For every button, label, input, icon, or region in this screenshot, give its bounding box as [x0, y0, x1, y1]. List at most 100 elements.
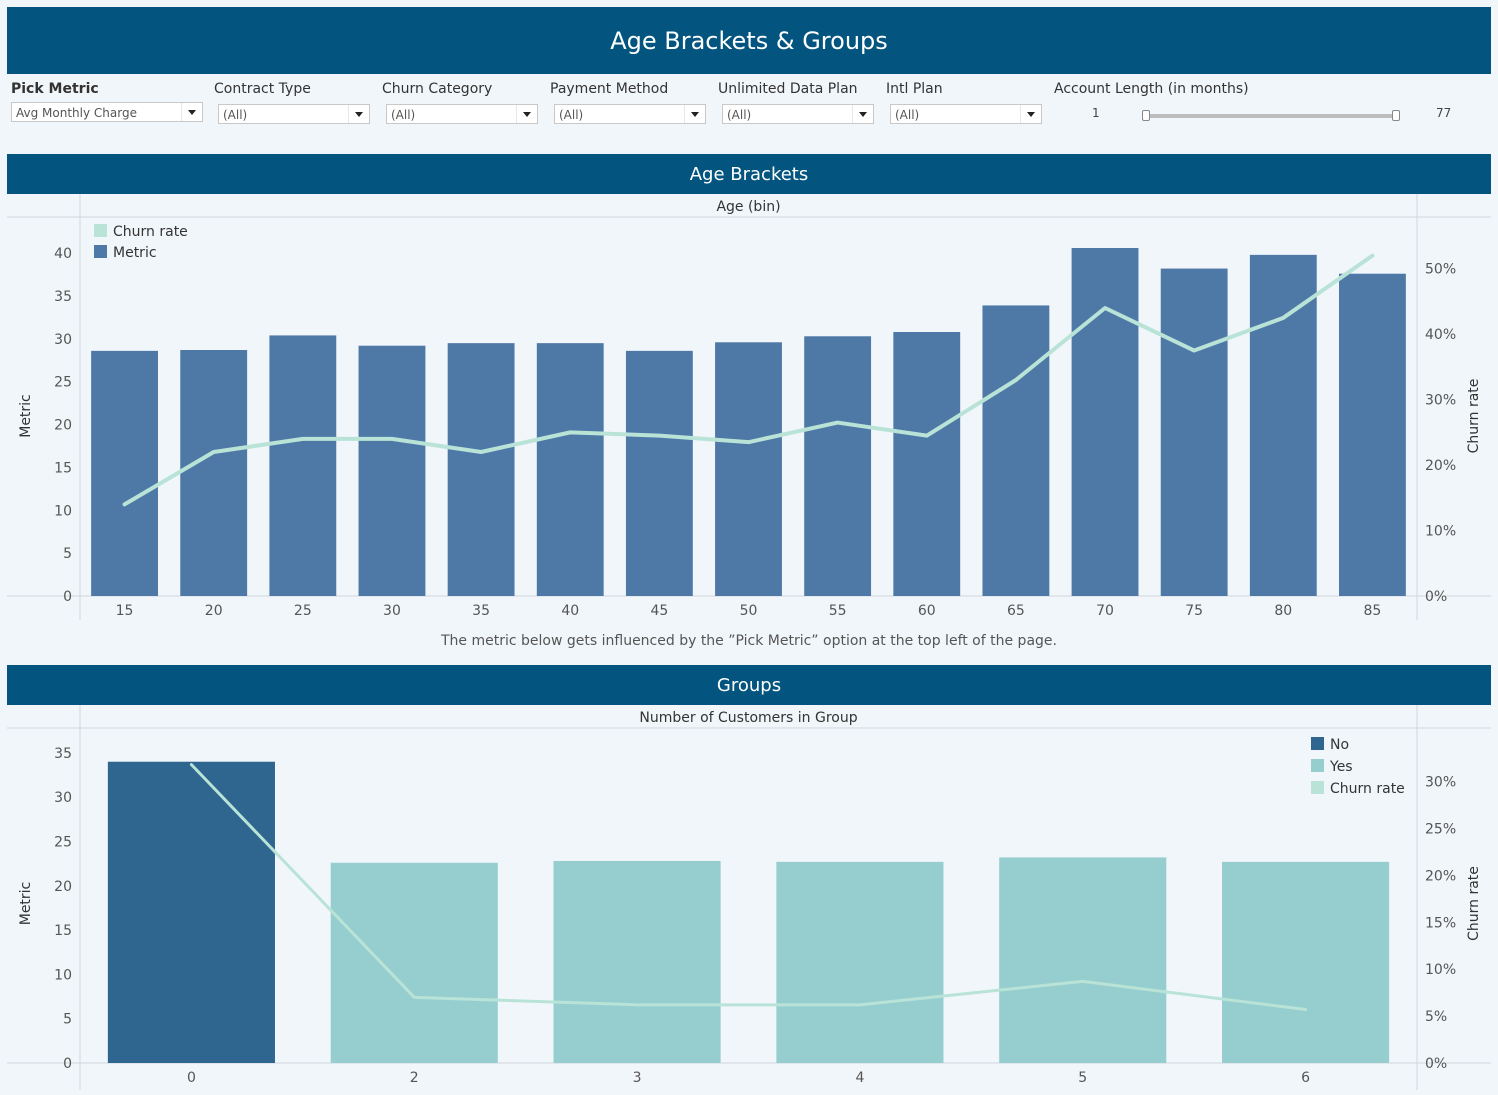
slider-track[interactable]	[1146, 114, 1398, 118]
chevron-down-icon[interactable]	[684, 105, 705, 123]
pick-metric-dropdown[interactable]: Avg Monthly Charge	[11, 102, 203, 122]
y2-tick-label: 15%	[1425, 915, 1456, 931]
account-length-slider[interactable]: 1 77	[1054, 102, 1474, 128]
chevron-down-icon[interactable]	[1020, 105, 1041, 123]
y2-tick-label: 10%	[1425, 962, 1456, 978]
filter-label: Churn Category	[382, 81, 493, 97]
x-tick-label: 3	[633, 1070, 642, 1086]
filter-label: Intl Plan	[886, 81, 943, 97]
metric-caption: The metric below gets influenced by the …	[441, 633, 1057, 649]
unlimited-data-plan-dropdown[interactable]: (All)	[722, 104, 874, 124]
y2-tick-label: 5%	[1425, 1009, 1447, 1025]
x-tick-label: 40	[561, 603, 579, 619]
legend-label: Churn rate	[113, 224, 188, 240]
payment-method-dropdown[interactable]: (All)	[554, 104, 706, 124]
x-tick-label: 25	[294, 603, 312, 619]
filter-payment-method: Payment Method (All)	[550, 80, 706, 124]
y2-tick-label: 10%	[1425, 524, 1456, 540]
filter-label: Pick Metric	[11, 81, 99, 97]
x-tick-label: 30	[383, 603, 401, 619]
slider-min-value: 1	[1092, 106, 1100, 120]
bar	[982, 305, 1050, 596]
section-title-groups: Groups	[7, 665, 1491, 705]
y-tick-label: 10	[54, 503, 72, 519]
x-tick-label: 75	[1185, 603, 1203, 619]
y2-axis-label: Churn rate	[1466, 866, 1482, 941]
chevron-down-icon[interactable]	[181, 103, 202, 121]
intl-plan-dropdown[interactable]: (All)	[890, 104, 1042, 124]
y-tick-label: 25	[54, 834, 72, 850]
filter-pick-metric: Pick Metric Avg Monthly Charge	[11, 80, 203, 122]
x-tick-label: 80	[1274, 603, 1292, 619]
legend-swatch	[94, 224, 107, 237]
y2-tick-label: 30%	[1425, 393, 1456, 409]
filter-contract-type: Contract Type (All)	[214, 80, 370, 124]
bar	[269, 335, 337, 596]
slider-min-handle[interactable]	[1142, 110, 1150, 121]
y-tick-label: 30	[54, 790, 72, 806]
y-tick-label: 0	[63, 589, 72, 605]
y2-axis-label: Churn rate	[1466, 379, 1482, 454]
dropdown-value: (All)	[895, 108, 920, 122]
filter-label: Unlimited Data Plan	[718, 81, 858, 97]
x-tick-label: 55	[829, 603, 847, 619]
y-tick-label: 20	[54, 879, 72, 895]
y-axis-label: Metric	[18, 882, 34, 926]
bar	[1249, 254, 1317, 596]
bar	[999, 857, 1167, 1063]
slider-max-handle[interactable]	[1392, 110, 1400, 121]
slider-max-value: 77	[1436, 106, 1452, 120]
bar	[91, 350, 158, 596]
dropdown-value: (All)	[559, 108, 584, 122]
groups-chart: Number of Customers in Group051015202530…	[7, 705, 1491, 1090]
x-tick-label: 70	[1096, 603, 1114, 619]
y-tick-label: 35	[54, 746, 72, 762]
filter-label: Contract Type	[214, 81, 311, 97]
filter-label: Account Length (in months)	[1054, 81, 1249, 97]
y-tick-label: 5	[63, 546, 72, 562]
dropdown-value: Avg Monthly Charge	[16, 106, 137, 120]
bar	[625, 350, 693, 596]
bar	[447, 343, 515, 596]
bar	[553, 860, 721, 1063]
x-tick-label: 85	[1364, 603, 1382, 619]
x-tick-label: 2	[410, 1070, 419, 1086]
chevron-down-icon[interactable]	[516, 105, 537, 123]
legend-swatch	[94, 245, 107, 258]
filter-account-length: Account Length (in months) 1 77	[1054, 80, 1474, 128]
bar	[715, 342, 782, 596]
contract-type-dropdown[interactable]: (All)	[218, 104, 370, 124]
y-tick-label: 25	[54, 375, 72, 391]
y-tick-label: 15	[54, 460, 72, 476]
filter-churn-category: Churn Category (All)	[382, 80, 538, 124]
y2-tick-label: 40%	[1425, 327, 1456, 343]
y-axis-label: Metric	[18, 394, 34, 438]
x-tick-label: 6	[1301, 1070, 1310, 1086]
y2-tick-label: 0%	[1425, 589, 1447, 605]
bar	[1222, 861, 1390, 1063]
x-tick-label: 20	[205, 603, 223, 619]
legend-swatch	[1311, 737, 1324, 750]
legend-label: Churn rate	[1330, 781, 1405, 797]
x-tick-label: 5	[1078, 1070, 1087, 1086]
y-tick-label: 0	[63, 1056, 72, 1072]
x-tick-label: 15	[116, 603, 134, 619]
legend-swatch	[1311, 781, 1324, 794]
bar	[1339, 273, 1406, 596]
bar	[893, 332, 961, 596]
x-tick-label: 45	[650, 603, 668, 619]
x-tick-label: 0	[187, 1070, 196, 1086]
x-tick-label: 35	[472, 603, 490, 619]
bar	[330, 862, 498, 1063]
chevron-down-icon[interactable]	[852, 105, 873, 123]
y-tick-label: 40	[54, 246, 72, 262]
x-tick-label: 50	[740, 603, 758, 619]
bar	[107, 761, 275, 1063]
y-tick-label: 30	[54, 332, 72, 348]
x-tick-label: 4	[855, 1070, 864, 1086]
churn-category-dropdown[interactable]: (All)	[386, 104, 538, 124]
section-title-age-brackets: Age Brackets	[7, 154, 1491, 194]
bar	[536, 343, 604, 596]
chevron-down-icon[interactable]	[348, 105, 369, 123]
age-brackets-chart: Age (bin) 0 5 10 15 20 25 30 35 40 0% 10% 20% 30% 40% 5…	[7, 194, 1491, 620]
